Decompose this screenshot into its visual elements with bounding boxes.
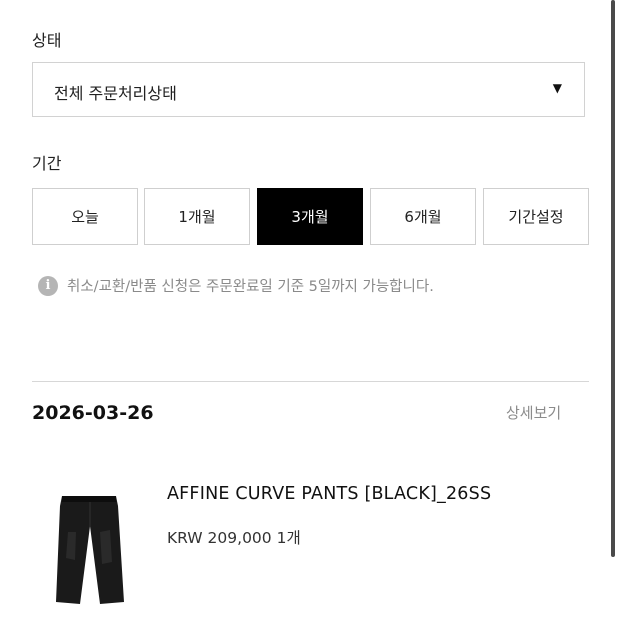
caret-down-icon: ▼ xyxy=(552,81,562,95)
period-6month-button[interactable]: 6개월 xyxy=(370,188,476,245)
product-name[interactable]: AFFINE CURVE PANTS [BLACK]_26SS xyxy=(167,484,491,504)
period-today-button[interactable]: 오늘 xyxy=(32,188,138,245)
period-custom-button[interactable]: 기간설정 xyxy=(483,188,589,245)
info-icon: i xyxy=(38,275,58,296)
scrollbar[interactable] xyxy=(611,0,615,557)
product-price: KRW 209,000 1개 xyxy=(167,529,301,547)
divider xyxy=(32,381,589,382)
status-select-value: 전체 주문처리상태 xyxy=(54,84,177,103)
period-1month-button[interactable]: 1개월 xyxy=(144,188,250,245)
product-thumbnail[interactable] xyxy=(50,492,128,607)
period-button-group: 오늘 1개월 3개월 6개월 기간설정 xyxy=(32,188,589,245)
period-label: 기간 xyxy=(32,154,62,173)
order-date: 2026-03-26 xyxy=(32,402,154,424)
notice: i 취소/교환/반품 신청은 주문완료일 기준 5일까지 가능합니다. xyxy=(38,275,434,296)
period-3month-button[interactable]: 3개월 xyxy=(257,188,363,245)
status-select[interactable]: 전체 주문처리상태 ▼ xyxy=(32,62,585,117)
status-label: 상태 xyxy=(32,31,62,50)
order-detail-link[interactable]: 상세보기 xyxy=(506,402,561,423)
notice-text: 취소/교환/반품 신청은 주문완료일 기준 5일까지 가능합니다. xyxy=(67,279,434,295)
